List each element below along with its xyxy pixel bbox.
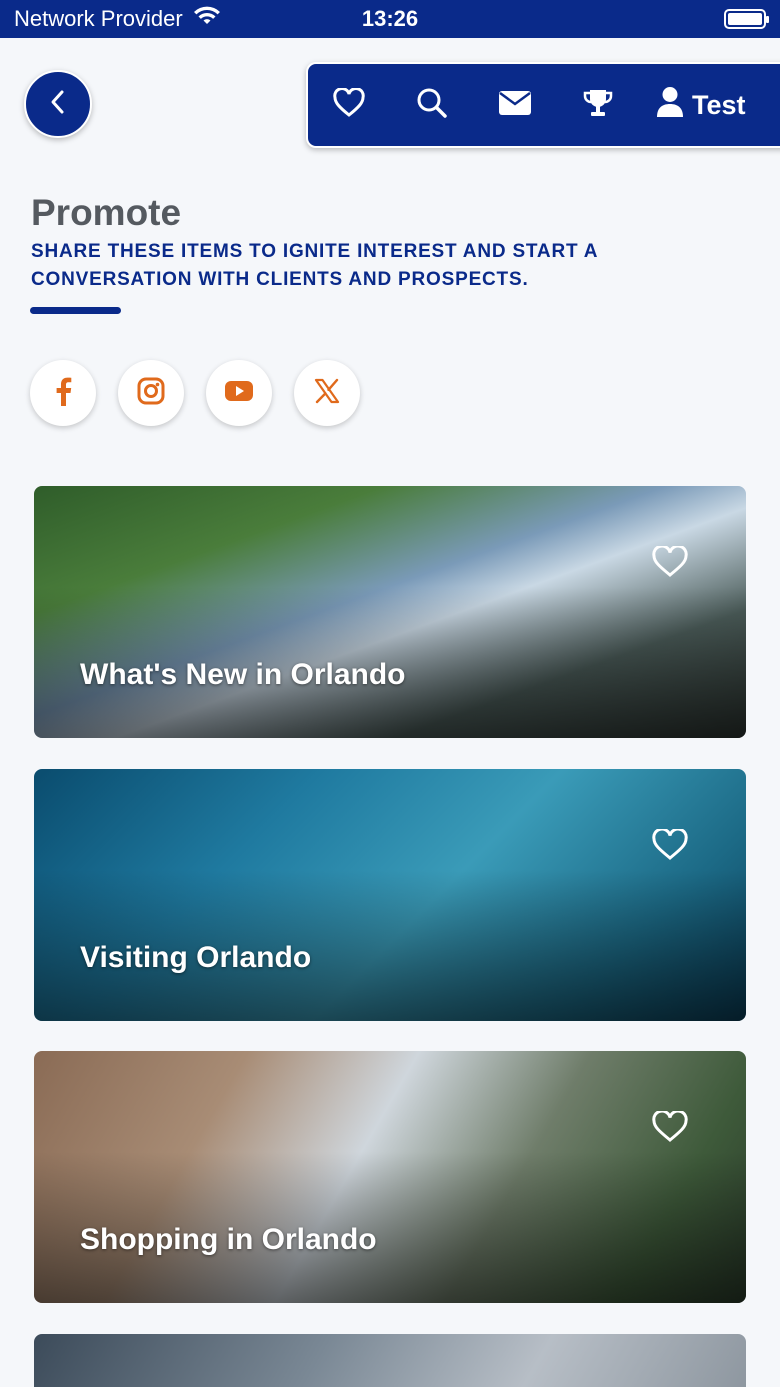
card-image — [34, 1334, 746, 1387]
wifi-icon — [193, 5, 221, 33]
card-title: Shopping in Orlando — [80, 1223, 377, 1256]
content-card[interactable]: Visiting Orlando — [34, 769, 746, 1021]
rewards-button[interactable] — [577, 84, 619, 126]
chevron-left-icon — [48, 89, 68, 120]
favorites-button[interactable] — [328, 84, 370, 126]
status-bar: Network Provider 13:26 — [0, 0, 780, 38]
card-title: Visiting Orlando — [80, 941, 312, 974]
content-card[interactable]: What's New in Orlando — [34, 486, 746, 738]
card-title: What's New in Orlando — [80, 658, 406, 691]
back-button[interactable] — [24, 70, 92, 138]
facebook-icon — [54, 376, 72, 411]
favorite-button[interactable] — [652, 1109, 688, 1147]
top-toolbar: Test — [306, 62, 780, 148]
social-share-row — [30, 360, 360, 426]
carrier-label: Network Provider — [14, 6, 183, 31]
trophy-icon — [582, 87, 614, 124]
youtube-button[interactable] — [206, 360, 272, 426]
heart-outline-icon — [652, 544, 688, 582]
heart-outline-icon — [652, 1109, 688, 1147]
facebook-button[interactable] — [30, 360, 96, 426]
title-underline — [30, 307, 121, 314]
heart-outline-icon — [652, 827, 688, 865]
x-button[interactable] — [294, 360, 360, 426]
instagram-button[interactable] — [118, 360, 184, 426]
favorite-button[interactable] — [652, 544, 688, 582]
x-icon — [314, 378, 340, 409]
youtube-icon — [224, 380, 254, 407]
favorite-button[interactable] — [652, 827, 688, 865]
messages-button[interactable] — [494, 84, 536, 126]
content-card[interactable]: Shopping in Orlando — [34, 1051, 746, 1303]
envelope-icon — [498, 90, 532, 121]
battery-icon — [724, 9, 769, 29]
instagram-icon — [137, 377, 165, 410]
heart-icon — [333, 86, 365, 123]
page-subtitle: SHARE THESE ITEMS TO IGNITE INTEREST AND… — [31, 241, 598, 290]
search-button[interactable] — [411, 84, 453, 126]
status-left: Network Provider — [14, 5, 221, 33]
page-title: Promote — [31, 192, 182, 233]
profile-button[interactable]: Test — [656, 86, 746, 125]
content-card[interactable] — [34, 1334, 746, 1387]
user-name: Test — [692, 89, 746, 120]
user-icon — [656, 86, 684, 125]
search-icon — [416, 87, 448, 124]
